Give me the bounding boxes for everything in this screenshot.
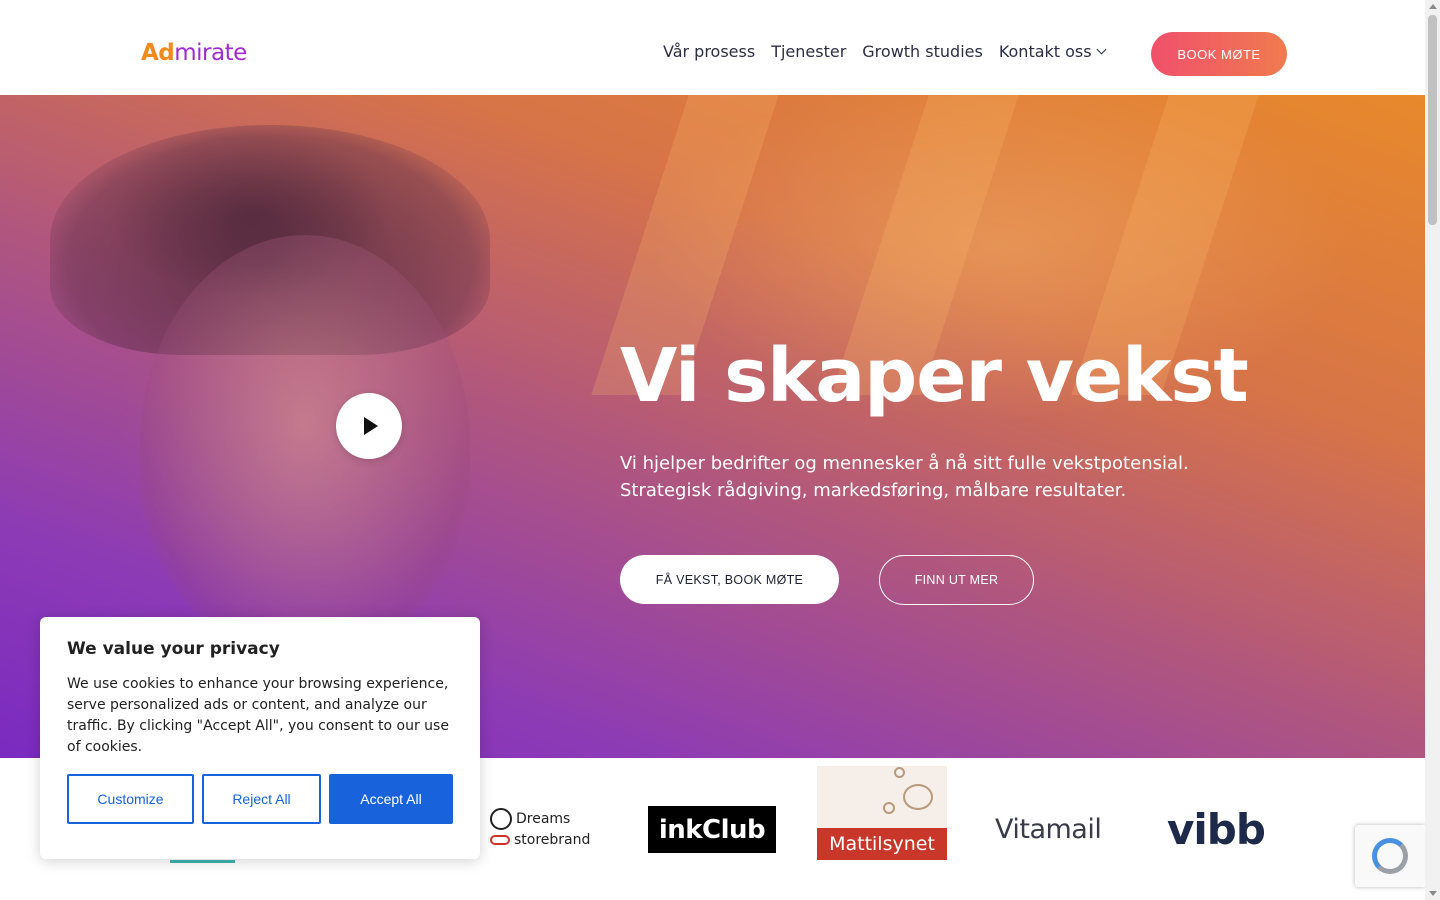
get-growth-book-meeting-button[interactable]: FÅ VEKST, BOOK MØTE [620,555,839,604]
cookie-reject-all-button[interactable]: Reject All [202,774,321,824]
dreams-text: Dreams [516,811,571,827]
dreams-icon [490,808,512,830]
page-scrollbar[interactable] [1425,0,1440,900]
hero-image-face [140,235,470,655]
admirate-logo[interactable]: Admirate [141,40,247,66]
site-header: Admirate Vår prosess Tjenester Growth st… [0,0,1425,95]
find-out-more-button[interactable]: FINN UT MER [879,555,1034,605]
scroll-up-arrow-icon[interactable] [1429,4,1437,9]
vitamail-logo: Vitamail [995,814,1102,845]
mattilsynet-text: Mattilsynet [817,828,947,860]
bubble-decoration [903,784,933,810]
chevron-down-icon [1096,44,1107,55]
dreams-storebrand-logo: Dreams storebrand [490,808,600,852]
play-video-button[interactable] [336,393,402,459]
bubble-decoration [894,767,905,778]
play-icon [364,417,378,435]
cookie-consent-banner: We value your privacy We use cookies to … [40,617,480,859]
nav-item-kontakt-oss-label: Kontakt oss [998,42,1092,61]
recaptcha-icon [1372,838,1408,874]
hero-subtitle: Vi hjelper bedrifter og mennesker å nå s… [620,453,1189,501]
nav-item-tjenester[interactable]: Tjenester [771,42,846,61]
logo-mirate-text: mirate [174,40,247,66]
nav-item-growth-studies[interactable]: Growth studies [862,42,983,61]
nav-item-kontakt-oss[interactable]: Kontakt oss [998,42,1107,61]
storebrand-logo-line: storebrand [490,832,590,848]
cookie-title: We value your privacy [67,639,280,659]
main-nav: Vår prosess Tjenester Growth studies Kon… [663,42,1107,61]
nav-item-var-prosess[interactable]: Vår prosess [663,42,755,61]
dreams-logo-line: Dreams [490,808,570,830]
scrollbar-thumb[interactable] [1428,15,1437,225]
book-meeting-button[interactable]: BOOK MØTE [1151,32,1287,76]
cookie-description: We use cookies to enhance your browsing … [67,676,449,755]
mattilsynet-logo: Mattilsynet [817,766,947,860]
recaptcha-badge[interactable] [1355,825,1425,887]
cookie-customize-button[interactable]: Customize [67,774,194,824]
vibb-logo: vibb [1167,805,1266,854]
bubble-decoration [883,802,895,814]
cookie-accept-all-button[interactable]: Accept All [329,774,453,824]
inkclub-logo: inkClub [648,806,776,853]
scroll-down-arrow-icon[interactable] [1429,891,1437,896]
carousel-indicator [170,860,235,863]
storebrand-text: storebrand [514,832,591,848]
storebrand-link-icon [490,835,510,845]
logo-ad-text: Ad [141,40,175,66]
hero-title: Vi skaper vekst [620,333,1249,419]
